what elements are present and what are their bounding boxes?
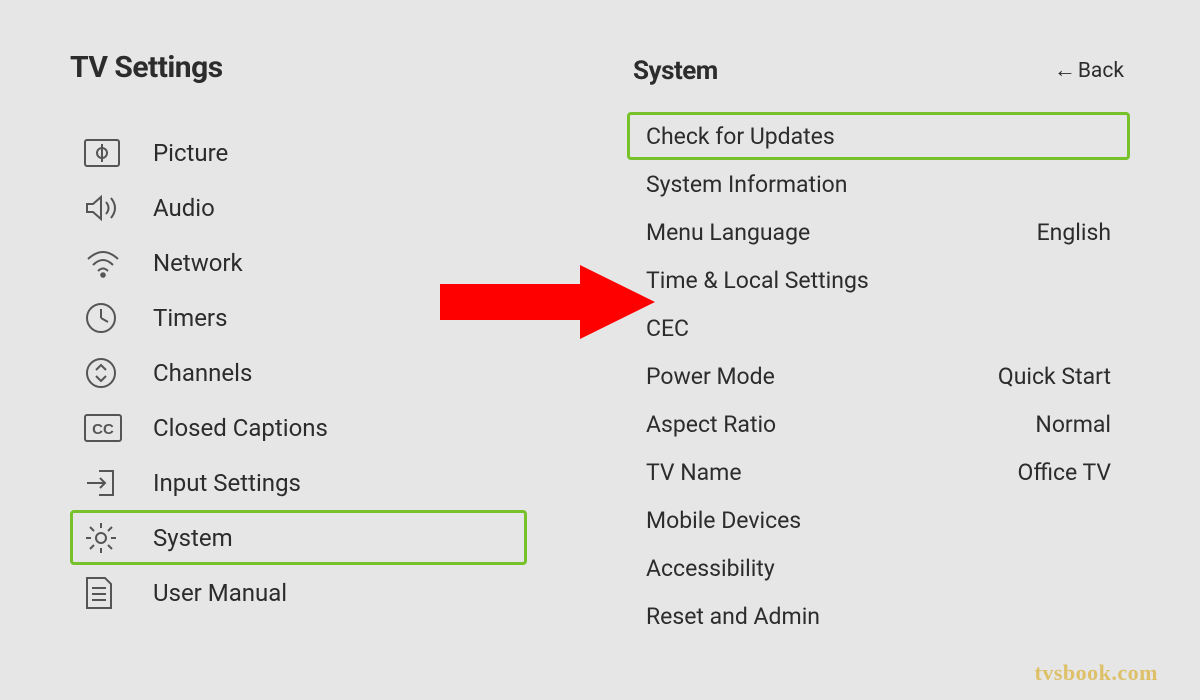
sub-value: Quick Start bbox=[998, 363, 1111, 390]
sub-item-time-local-settings[interactable]: Time & Local Settings bbox=[627, 256, 1130, 304]
cc-icon: CC bbox=[83, 408, 127, 448]
menu-label: Closed Captions bbox=[153, 414, 328, 442]
menu-label: Timers bbox=[153, 304, 227, 332]
menu-label: Channels bbox=[153, 359, 252, 387]
system-panel: System ← Back Check for Updates System I… bbox=[547, 50, 1130, 670]
sub-item-check-updates[interactable]: Check for Updates bbox=[627, 112, 1130, 160]
manual-icon bbox=[83, 573, 127, 613]
sub-label: TV Name bbox=[646, 459, 742, 486]
menu-label: Audio bbox=[153, 194, 215, 222]
sub-item-tv-name[interactable]: TV Name Office TV bbox=[627, 448, 1130, 496]
system-submenu: Check for Updates System Information Men… bbox=[627, 112, 1130, 640]
menu-item-user-manual[interactable]: User Manual bbox=[70, 565, 527, 620]
sub-item-menu-language[interactable]: Menu Language English bbox=[627, 208, 1130, 256]
gear-icon bbox=[83, 518, 127, 558]
tv-settings-menu: Picture Audio bbox=[70, 125, 527, 620]
sub-label: Check for Updates bbox=[646, 123, 835, 150]
sub-item-reset-admin[interactable]: Reset and Admin bbox=[627, 592, 1130, 640]
menu-label: System bbox=[153, 524, 233, 552]
menu-item-input-settings[interactable]: Input Settings bbox=[70, 455, 527, 510]
sub-item-system-information[interactable]: System Information bbox=[627, 160, 1130, 208]
sub-item-power-mode[interactable]: Power Mode Quick Start bbox=[627, 352, 1130, 400]
sub-label: Time & Local Settings bbox=[646, 267, 869, 294]
sub-label: Menu Language bbox=[646, 219, 810, 246]
sub-label: CEC bbox=[646, 315, 689, 342]
sub-item-accessibility[interactable]: Accessibility bbox=[627, 544, 1130, 592]
sub-value: English bbox=[1037, 219, 1111, 246]
menu-item-closed-captions[interactable]: CC Closed Captions bbox=[70, 400, 527, 455]
sub-value: Normal bbox=[1035, 411, 1111, 438]
sub-item-cec[interactable]: CEC bbox=[627, 304, 1130, 352]
menu-label: User Manual bbox=[153, 579, 287, 607]
sub-label: Power Mode bbox=[646, 363, 775, 390]
svg-text:CC: CC bbox=[92, 421, 114, 438]
sub-item-mobile-devices[interactable]: Mobile Devices bbox=[627, 496, 1130, 544]
back-arrow-icon: ← bbox=[1054, 60, 1076, 82]
menu-item-picture[interactable]: Picture bbox=[70, 125, 527, 180]
tv-settings-panel: TV Settings Picture bbox=[70, 50, 547, 670]
menu-label: Network bbox=[153, 249, 243, 277]
picture-icon bbox=[83, 133, 127, 173]
watermark: tvsbook.com bbox=[1035, 660, 1158, 686]
input-icon bbox=[83, 463, 127, 503]
channels-icon bbox=[83, 353, 127, 393]
menu-item-audio[interactable]: Audio bbox=[70, 180, 527, 235]
menu-label: Picture bbox=[153, 139, 228, 167]
sub-label: System Information bbox=[646, 171, 848, 198]
sub-value: Office TV bbox=[1018, 459, 1112, 486]
menu-item-system[interactable]: System bbox=[70, 510, 527, 565]
system-title: System bbox=[633, 56, 718, 86]
sub-item-aspect-ratio[interactable]: Aspect Ratio Normal bbox=[627, 400, 1130, 448]
menu-item-timers[interactable]: Timers bbox=[70, 290, 527, 345]
clock-icon bbox=[83, 298, 127, 338]
audio-icon bbox=[83, 188, 127, 228]
sub-label: Aspect Ratio bbox=[646, 411, 776, 438]
sub-label: Mobile Devices bbox=[646, 507, 801, 534]
menu-label: Input Settings bbox=[153, 469, 301, 497]
back-label: Back bbox=[1078, 59, 1124, 83]
sub-label: Reset and Admin bbox=[646, 603, 820, 630]
tv-settings-title: TV Settings bbox=[70, 50, 527, 85]
menu-item-network[interactable]: Network bbox=[70, 235, 527, 290]
back-button[interactable]: ← Back bbox=[1054, 59, 1124, 83]
wifi-icon bbox=[83, 243, 127, 283]
menu-item-channels[interactable]: Channels bbox=[70, 345, 527, 400]
sub-label: Accessibility bbox=[646, 555, 775, 582]
